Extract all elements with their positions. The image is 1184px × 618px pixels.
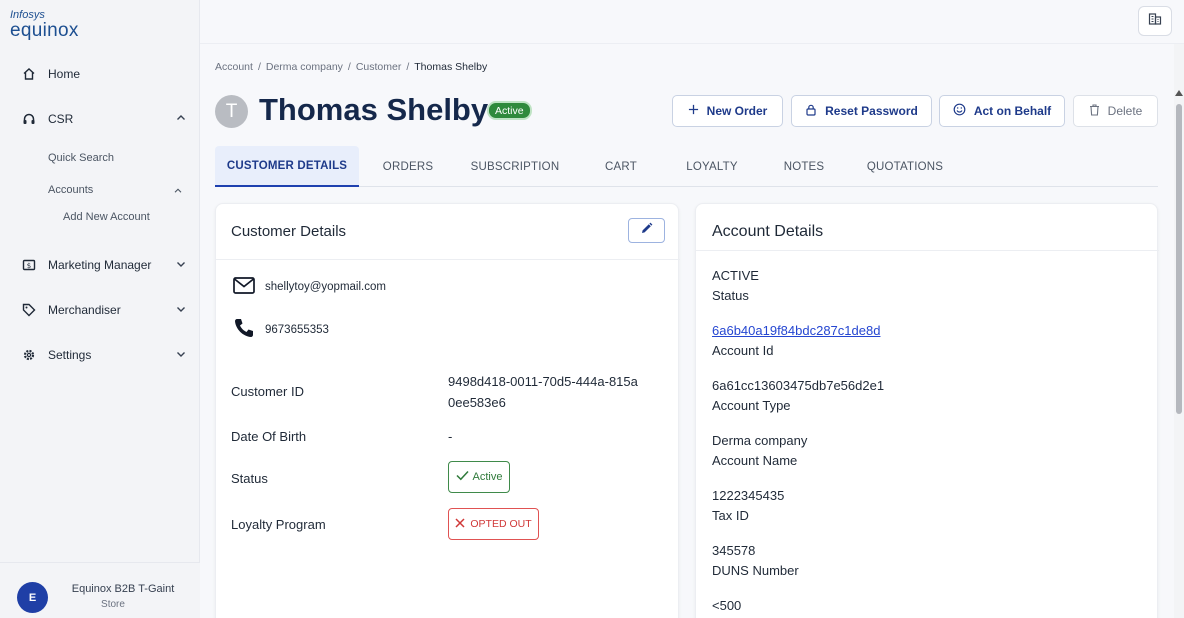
pencil-icon	[640, 222, 653, 240]
email-text[interactable]: shellytoy@yopmail.com	[265, 281, 386, 293]
breadcrumb-company[interactable]: Derma company	[266, 61, 343, 73]
store-avatar: E	[17, 582, 48, 613]
delete-button[interactable]: Delete	[1073, 95, 1158, 127]
chevron-up-icon[interactable]	[174, 111, 188, 125]
breadcrumb: Account / Derma company / Customer / Thomas Sh…	[215, 61, 488, 73]
card-title: Account Details	[712, 223, 824, 240]
customer-id-label: Customer ID	[231, 384, 304, 399]
headset-icon	[20, 112, 38, 126]
scroll-thumb[interactable]	[1176, 104, 1182, 414]
gear-icon	[20, 348, 38, 362]
tab-customer-details[interactable]: CUSTOMER DETAILS	[215, 146, 359, 187]
duns-label: DUNS Number	[712, 563, 799, 578]
tab-loyalty[interactable]: LOYALTY	[677, 146, 747, 187]
customer-details-card: Customer Details shellytoy@yopmail.com 9…	[215, 203, 680, 618]
sidebar-item-marketing-manager[interactable]: $ Marketing Manager	[20, 253, 192, 277]
account-details-card: Account Details ACTIVE Status 6a6b40a19f…	[695, 203, 1159, 618]
account-id-link[interactable]: 6a6b40a19f84bdc287c1de8d	[712, 323, 880, 338]
page-title: Thomas Shelby	[259, 92, 489, 127]
breadcrumb-account[interactable]: Account	[215, 61, 253, 73]
sidebar-item-home[interactable]: Home	[20, 62, 192, 86]
brand-logo-bottom: equinox	[10, 20, 79, 41]
trash-icon	[1089, 103, 1100, 119]
lock-icon	[805, 104, 817, 119]
dob-label: Date Of Birth	[231, 429, 307, 444]
tab-notes[interactable]: NOTES	[777, 146, 831, 187]
dollar-box-icon: $	[20, 258, 38, 272]
building-icon	[1148, 12, 1162, 31]
sidebar-item-label: CSR	[48, 112, 74, 126]
loyalty-label: Loyalty Program	[231, 517, 326, 532]
account-id-label: Account Id	[712, 343, 774, 358]
top-bar	[200, 0, 1184, 44]
act-on-behalf-button[interactable]: Act on Behalf	[939, 95, 1065, 127]
tax-id-label: Tax ID	[712, 508, 749, 523]
account-name-value: Derma company	[712, 433, 808, 448]
phone-icon	[233, 317, 255, 342]
status-label: Status	[231, 471, 268, 486]
tab-subscription[interactable]: SUBSCRIPTION	[463, 146, 567, 187]
sidebar-subitem-accounts[interactable]: Accounts	[48, 184, 93, 196]
sidebar-item-settings[interactable]: Settings	[20, 343, 192, 367]
tag-icon	[20, 303, 38, 317]
svg-text:$: $	[27, 262, 31, 270]
brand-logo[interactable]: Infosys equinox	[10, 10, 79, 41]
chevron-down-icon[interactable]	[174, 302, 188, 316]
phone-text[interactable]: 9673655353	[265, 324, 329, 336]
sidebar-subitem-quick-search[interactable]: Quick Search	[48, 152, 114, 164]
loyalty-chip-opted-out: OPTED OUT	[448, 508, 539, 540]
new-order-button[interactable]: New Order	[672, 95, 783, 127]
edit-button[interactable]	[628, 218, 665, 243]
home-icon	[20, 67, 38, 81]
account-name-label: Account Name	[712, 453, 798, 468]
tab-orders[interactable]: ORDERS	[373, 146, 443, 187]
mail-icon	[233, 277, 255, 297]
x-icon	[455, 517, 465, 531]
tax-id-value: 1222345435	[712, 488, 785, 503]
sidebar-item-label: Settings	[48, 348, 92, 362]
dob-value: -	[448, 429, 453, 444]
customer-id-value: 9498d418-0011-70d5-444a-815a	[448, 374, 638, 389]
customer-avatar: T	[215, 95, 248, 128]
tab-cart[interactable]: CART	[595, 146, 647, 187]
account-status-label: Status	[712, 288, 749, 303]
sidebar-item-label: Home	[48, 67, 81, 81]
reset-password-button[interactable]: Reset Password	[791, 95, 932, 127]
sidebar-subitem-add-new-account[interactable]: Add New Account	[63, 211, 150, 223]
store-subtitle: Store	[101, 599, 125, 610]
card-title: Customer Details	[231, 223, 347, 240]
chevron-down-icon[interactable]	[174, 347, 188, 361]
sidebar-item-csr[interactable]: CSR	[20, 107, 192, 131]
employee-range-value: <500	[712, 598, 742, 613]
chevron-down-icon[interactable]	[174, 257, 188, 271]
phone-row: 9673655353	[233, 317, 329, 342]
sidebar-item-merchandiser[interactable]: Merchandiser	[20, 298, 192, 322]
sidebar: Infosys equinox Home CSR Quick Search Ac…	[0, 0, 200, 618]
chevron-up-icon[interactable]	[172, 184, 184, 202]
tab-quotations[interactable]: QUOTATIONS	[861, 146, 949, 187]
plus-icon	[688, 104, 699, 118]
account-status-value: ACTIVE	[712, 268, 759, 283]
building-icon-button[interactable]	[1138, 6, 1172, 36]
sidebar-item-label: Marketing Manager	[48, 258, 152, 272]
account-type-label: Account Type	[712, 398, 791, 413]
customer-id-value-cont: 0ee583e6	[448, 395, 506, 410]
email-row: shellytoy@yopmail.com	[233, 277, 386, 297]
scrollbar[interactable]	[1174, 44, 1184, 618]
status-badge: Active	[487, 101, 532, 120]
store-name: Equinox B2B T-Gaint	[71, 583, 175, 595]
smile-icon	[953, 103, 966, 119]
status-chip-active: Active	[448, 461, 510, 493]
store-switcher[interactable]: E Equinox B2B T-Gaint Store	[0, 562, 200, 618]
breadcrumb-customer[interactable]: Customer	[356, 61, 402, 73]
account-type-value: 6a61cc13603475db7e56d2e1	[712, 378, 885, 393]
check-icon	[455, 470, 469, 484]
sidebar-item-label: Merchandiser	[48, 303, 121, 317]
breadcrumb-current: Thomas Shelby	[414, 61, 488, 73]
tab-bar: CUSTOMER DETAILS ORDERS SUBSCRIPTION CAR…	[215, 146, 1158, 187]
scroll-up-arrow-icon[interactable]	[1175, 90, 1183, 96]
duns-value: 345578	[712, 543, 756, 558]
